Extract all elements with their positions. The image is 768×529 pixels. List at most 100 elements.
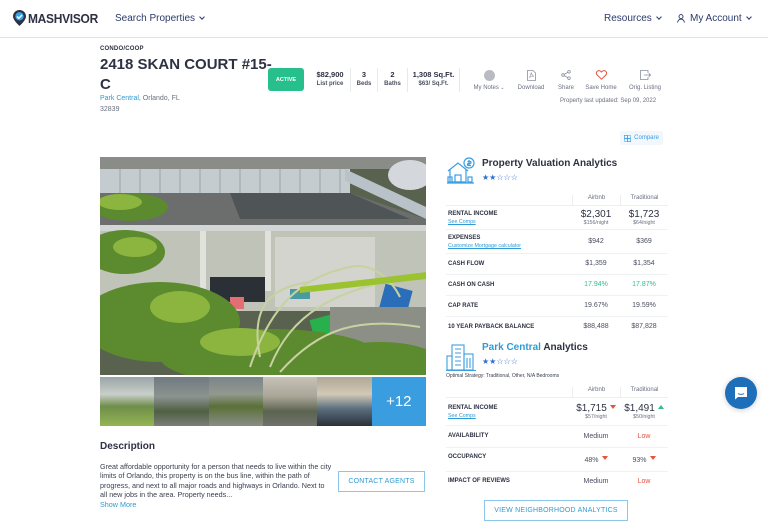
external-link-icon — [639, 70, 651, 80]
customize-link[interactable]: Customize — [448, 243, 473, 249]
nav-resources-label: Resources — [604, 13, 652, 24]
neighborhood-link[interactable]: Park Central — [100, 95, 139, 102]
stat-baths: 2 Baths — [378, 68, 408, 92]
house-photo-image — [100, 157, 426, 375]
zip-code: 32839 — [100, 106, 120, 113]
show-more-link[interactable]: Show More — [100, 500, 136, 509]
table-row-payback: 10 YEAR PAYBACK BALANCE $88,488 $87,828 — [446, 317, 668, 338]
original-listing-button[interactable]: Orig. Listing — [626, 68, 664, 91]
nav-search-properties[interactable]: Search Properties — [115, 13, 205, 24]
see-comps-link[interactable]: See Comps — [448, 413, 476, 419]
row-label: CAP RATE — [448, 303, 479, 309]
airbnb-value: 19.67% — [584, 302, 608, 309]
thumbnail[interactable] — [208, 377, 263, 426]
traditional-value: Low — [637, 433, 651, 440]
thumbnail[interactable] — [262, 377, 318, 426]
traditional-value: $1,354 — [633, 260, 655, 267]
download-label: Download — [517, 85, 545, 91]
original-listing-label: Orig. Listing — [628, 85, 661, 91]
row-label: 10 YEAR PAYBACK BALANCE — [448, 324, 535, 330]
pdf-file-icon — [526, 69, 536, 81]
valuation-table: Airbnb Traditional RENTAL INCOME See Com… — [446, 192, 668, 338]
mashvisor-logo[interactable]: MASHVISOR — [13, 10, 104, 26]
traditional-value: 19.59% — [632, 302, 656, 309]
traditional-value: $1,491 — [624, 403, 655, 414]
airbnb-value: $2,301 — [580, 209, 612, 220]
airbnb-value: 48% — [584, 457, 599, 464]
star-empty-icon: ☆ — [496, 357, 504, 366]
airbnb-nightly: $57/night — [585, 414, 607, 420]
compare-icon — [624, 134, 632, 142]
thumbnail[interactable] — [317, 377, 372, 426]
city-state: , Orlando, FL — [138, 95, 180, 102]
property-location: Park Central, Orlando, FL 32839 — [100, 93, 220, 115]
house-money-icon — [447, 157, 475, 184]
airbnb-value: $1,715 — [576, 403, 607, 414]
table-row-availability: AVAILABILITY Medium Low — [446, 426, 668, 448]
table-row-expenses: EXPENSES Customize Mortgage calculator $… — [446, 230, 668, 254]
brand-name: MASHVISOR — [28, 10, 98, 26]
traditional-nightly: $64/night — [633, 220, 655, 226]
traditional-value: $87,828 — [631, 323, 657, 330]
stat-value: $82,900 — [316, 70, 344, 79]
star-empty-icon: ☆ — [510, 357, 518, 366]
row-label: CASH FLOW — [448, 261, 485, 267]
stat-list-price: $82,900 List price — [310, 68, 351, 92]
table-row-cash-flow: CASH FLOW $1,359 $1,354 — [446, 254, 668, 275]
traditional-value: $1,723 — [628, 209, 660, 220]
share-button[interactable]: Share — [554, 68, 578, 91]
neighborhood-name-link[interactable]: Park Central — [482, 342, 541, 353]
nav-resources[interactable]: Resources — [604, 13, 662, 24]
airbnb-value: $942 — [588, 238, 604, 245]
row-label: RENTAL INCOME — [448, 211, 498, 217]
table-row-rental-income: RENTAL INCOME See Comps $1,715 $57/night… — [446, 398, 668, 426]
row-label: AVAILABILITY — [448, 433, 489, 439]
table-row-cash-on-cash: CASH ON CASH 17.94% 17.87% — [446, 275, 668, 296]
neighborhood-title-suffix: Analytics — [540, 342, 588, 353]
table-header: Airbnb Traditional — [446, 192, 668, 206]
airbnb-value: $1,359 — [585, 260, 607, 267]
star-empty-icon: ☆ — [510, 173, 518, 182]
nav-my-account[interactable]: My Account — [677, 13, 752, 24]
description-heading: Description — [100, 441, 156, 452]
compare-button[interactable]: Compare — [620, 131, 663, 145]
download-button[interactable]: Download — [514, 68, 548, 91]
user-icon — [677, 14, 685, 23]
thumbnail[interactable] — [100, 377, 155, 426]
stat-label: $63/ Sq.Ft. — [418, 81, 449, 87]
thumbnail[interactable] — [154, 377, 209, 426]
status-badge: ACTIVE — [268, 68, 304, 91]
my-notes-button[interactable]: My Notes ⌄ — [471, 68, 507, 91]
optimal-strategy: Optimal Strategy: Traditional, Other, N/… — [446, 373, 560, 379]
chat-widget-button[interactable] — [725, 377, 757, 409]
main-property-photo[interactable] — [100, 157, 426, 375]
table-row-rental-income: RENTAL INCOME See Comps $2,301 $156/night… — [446, 206, 668, 230]
chat-icon — [735, 387, 747, 400]
save-home-button[interactable]: Save Home — [583, 68, 619, 91]
table-row-impact-of-reviews: IMPACT OF REVIEWS Medium Low — [446, 472, 668, 494]
traditional-value: 17.87% — [632, 281, 656, 288]
row-label: OCCUPANCY — [448, 454, 487, 460]
compare-label: Compare — [634, 135, 659, 141]
nav-search-properties-label: Search Properties — [115, 13, 196, 24]
location-pin-icon — [13, 10, 26, 26]
description-text: Great affordable opportunity for a perso… — [100, 462, 332, 499]
traditional-value: Low — [637, 478, 651, 485]
mortgage-calculator-link[interactable]: Mortgage calculator — [475, 243, 522, 249]
more-photos-button[interactable]: +12 — [371, 377, 426, 426]
contact-agents-button[interactable]: CONTACT AGENTS — [338, 471, 425, 492]
share-label: Share — [557, 85, 574, 91]
trend-down-icon — [601, 456, 608, 460]
row-label: CASH ON CASH — [448, 282, 495, 288]
my-notes-label: My Notes — [473, 85, 499, 91]
column-airbnb: Airbnb — [572, 387, 620, 398]
view-neighborhood-analytics-button[interactable]: VIEW NEIGHBORHOOD ANALYTICS — [484, 500, 628, 521]
column-traditional: Traditional — [620, 387, 668, 398]
row-label: EXPENSES — [448, 235, 481, 241]
table-row-cap-rate: CAP RATE 19.67% 19.59% — [446, 296, 668, 317]
traditional-value: 93% — [632, 457, 647, 464]
column-airbnb: Airbnb — [572, 195, 620, 206]
stat-label: List price — [316, 81, 344, 87]
neighborhood-rating: ★★☆☆☆ — [482, 357, 518, 366]
see-comps-link[interactable]: See Comps — [448, 219, 476, 225]
